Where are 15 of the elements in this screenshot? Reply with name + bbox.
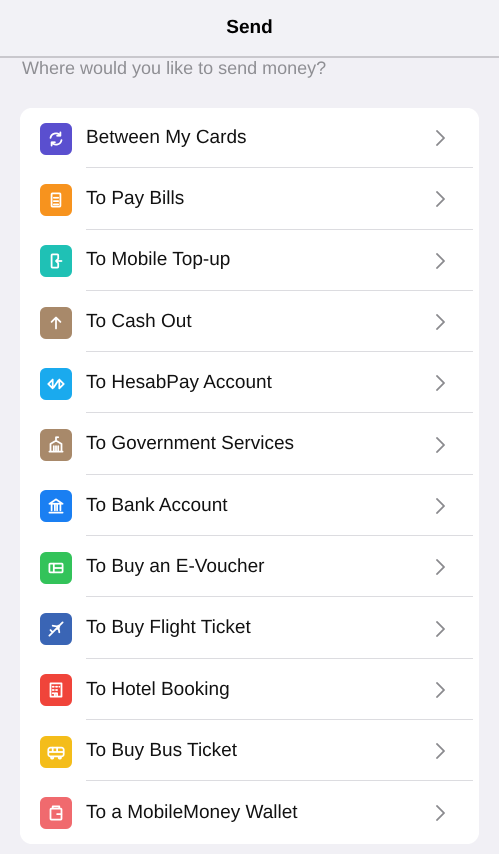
chevron-icon — [435, 130, 445, 146]
chevron-icon — [435, 436, 445, 453]
chevron-icon — [435, 559, 445, 576]
chevron-icon — [435, 743, 445, 760]
chevron-icon — [435, 804, 445, 821]
option-row[interactable]: Between My Cards — [20, 108, 479, 170]
prompt-text: Where would you like to send money? — [21, 58, 328, 78]
chevron-icon — [435, 620, 445, 637]
screen-title: Send — [226, 16, 273, 40]
chevron-icon — [435, 498, 445, 514]
chevron-icon — [435, 375, 445, 392]
chevron-icon — [435, 682, 445, 698]
chevron-icon — [435, 252, 445, 269]
chevron-icon — [435, 314, 445, 330]
chevron-icon — [435, 191, 445, 208]
